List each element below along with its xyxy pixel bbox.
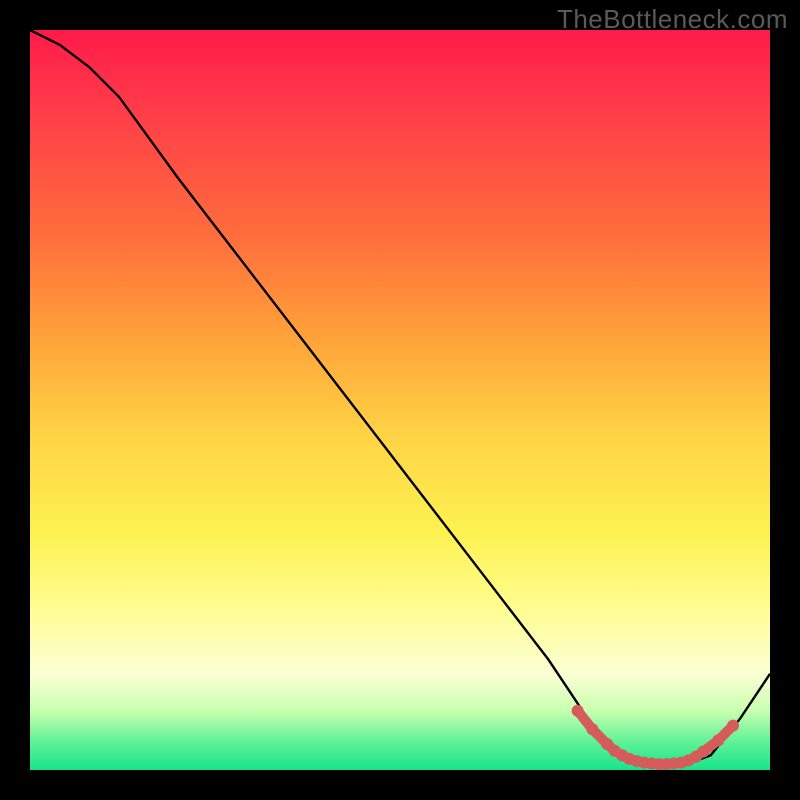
watermark-text: TheBottleneck.com [557, 4, 788, 35]
marker-dot [727, 720, 739, 732]
chart-overlay-svg [30, 30, 770, 770]
plot-area [30, 30, 770, 770]
curve-path [30, 30, 770, 766]
chart-frame: TheBottleneck.com [0, 0, 800, 800]
marker-beads [572, 705, 739, 770]
